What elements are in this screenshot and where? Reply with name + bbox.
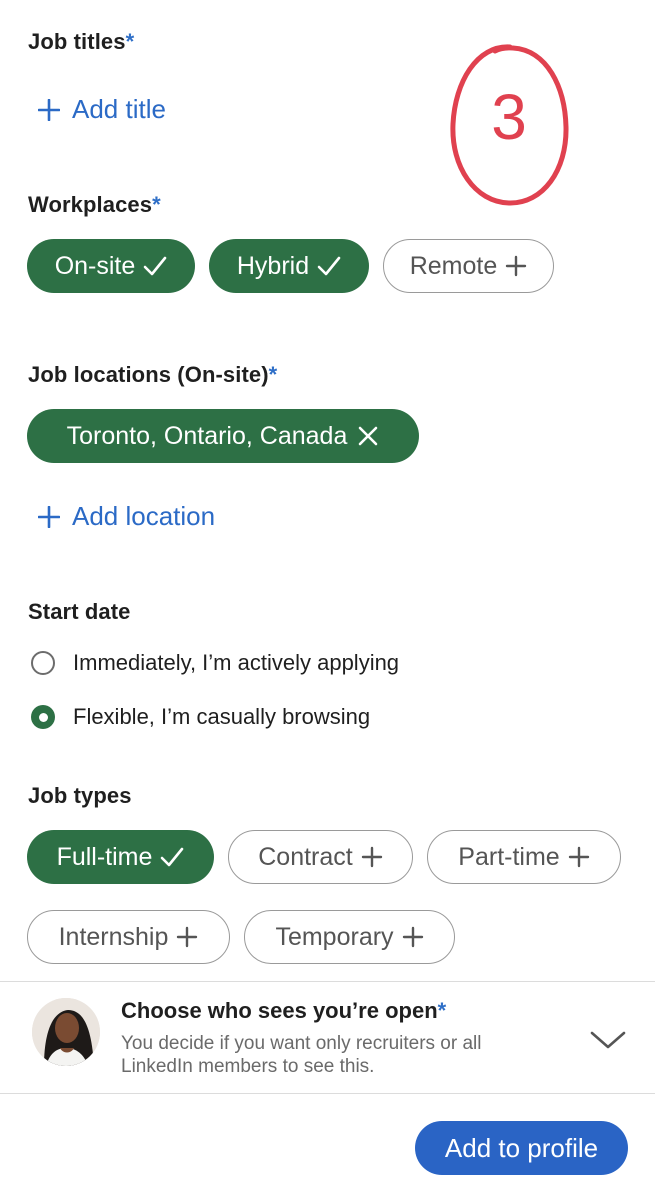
plus-icon [402,926,423,948]
plus-icon [38,98,60,121]
step-annotation: 3 [447,42,571,208]
checkmark-icon [317,256,341,276]
job-type-chip-internship[interactable]: Internship [27,910,230,964]
add-to-profile-button[interactable]: Add to profile [415,1121,628,1175]
job-titles-label: Job titles* [28,29,135,54]
job-type-chip-temporary[interactable]: Temporary [244,910,455,964]
job-type-chip-full-time[interactable]: Full-time [27,830,214,884]
avatar [32,998,100,1066]
plus-icon [506,255,527,277]
plus-icon [38,505,60,528]
add-location-button[interactable]: Add location [38,501,215,532]
plus-icon [361,846,382,868]
radio-label: Immediately, I’m actively applying [73,650,400,675]
checkmark-icon [161,847,184,867]
location-chip-toronto[interactable]: Toronto, Ontario, Canada [27,409,419,463]
workplace-chip-remote[interactable]: Remote [383,239,554,293]
job-types-label: Job types [28,783,132,808]
close-icon[interactable] [357,425,379,447]
start-date-option-immediately[interactable]: Immediately, I’m actively applying [31,650,399,676]
plus-icon [177,926,198,948]
profile-photo-icon [32,998,100,1066]
visibility-description: You decide if you want only recruiters o… [121,1033,482,1077]
start-date-option-flexible[interactable]: Flexible, I’m casually browsing [31,704,370,730]
start-date-label: Start date [28,599,131,624]
radio-button-checked[interactable] [31,705,55,729]
radio-label: Flexible, I’m casually browsing [73,704,371,729]
visibility-title: Choose who sees you’re open* [121,998,447,1023]
add-title-label: Add title [72,94,166,124]
divider [0,1093,655,1094]
job-type-chip-part-time[interactable]: Part-time [427,830,621,884]
job-locations-label: Job locations (On-site)* [28,362,278,387]
required-asterisk: * [125,29,135,54]
workplace-chip-hybrid[interactable]: Hybrid [209,239,369,293]
add-location-label: Add location [72,501,216,531]
workplace-chip-on-site[interactable]: On-site [27,239,195,293]
plus-icon [568,846,589,868]
required-asterisk: * [268,362,278,387]
required-asterisk: * [152,192,161,217]
required-asterisk: * [437,998,447,1023]
radio-button[interactable] [31,651,55,675]
add-title-button[interactable]: Add title [38,94,166,125]
workplaces-label: Workplaces* [28,192,161,217]
job-type-chip-contract[interactable]: Contract [228,830,413,884]
chevron-down-icon[interactable] [590,1030,626,1050]
visibility-selector[interactable]: Choose who sees you’re open* You decide … [0,982,655,1092]
checkmark-icon [143,256,167,276]
annotation-number: 3 [491,81,527,153]
